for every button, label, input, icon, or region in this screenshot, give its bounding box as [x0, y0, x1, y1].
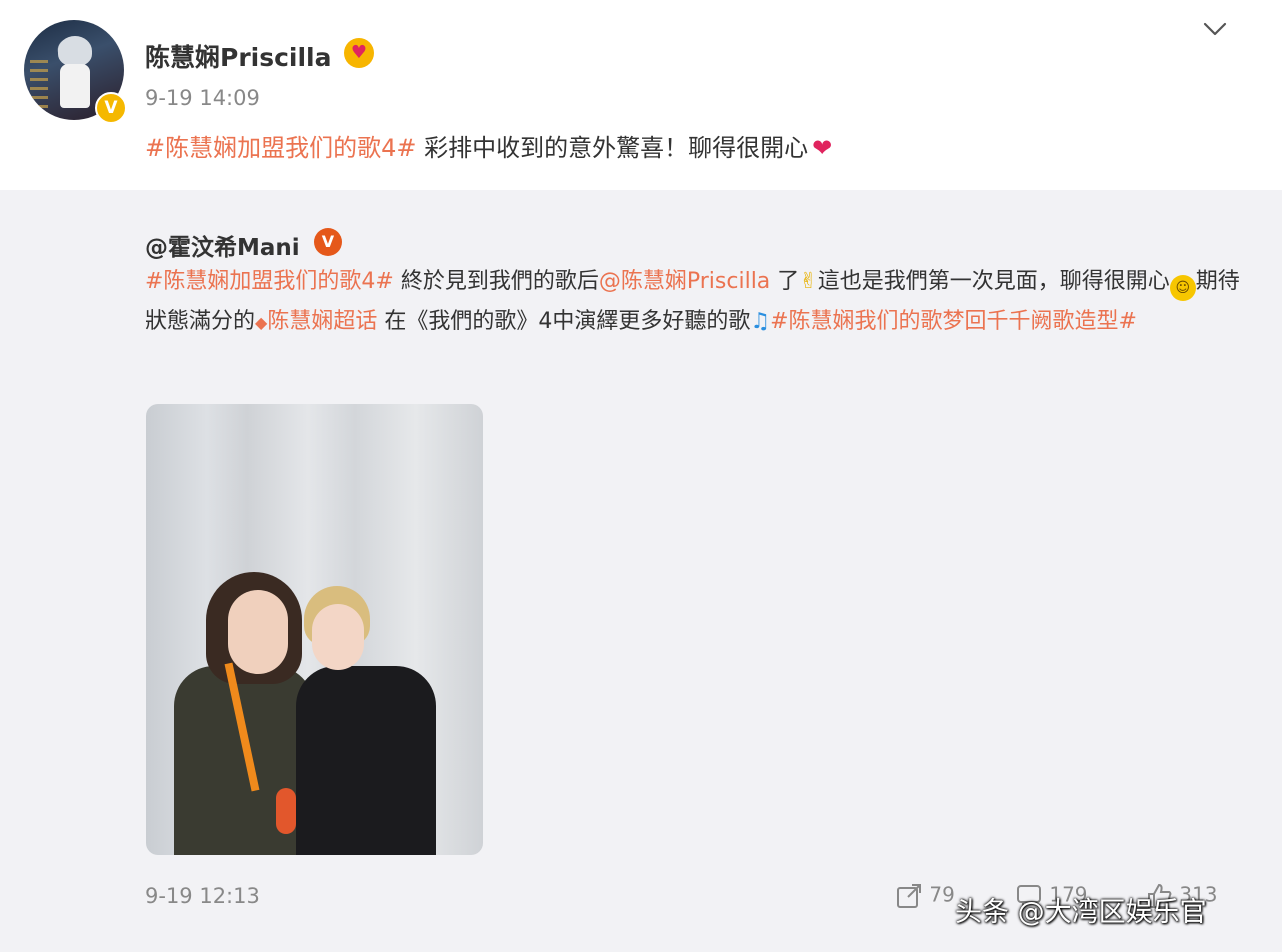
verified-badge-icon: V — [314, 228, 342, 256]
repost-text-segment: 了 — [770, 269, 800, 294]
topic-link[interactable]: #陈慧娴加盟我们的歌4# — [145, 134, 417, 162]
face-emoji-icon: ☺ — [1169, 275, 1196, 301]
avatar-figure-hair — [58, 36, 92, 66]
share-icon — [895, 882, 923, 910]
repost-timestamp[interactable]: 9-19 12:13 — [145, 884, 260, 908]
repost-username[interactable]: @霍汶希Mani — [145, 228, 300, 262]
super-topic-icon: ◆ — [255, 313, 268, 332]
post-text: #陈慧娴加盟我们的歌4# 彩排中收到的意外驚喜！聊得很開心 ❤ — [145, 128, 832, 163]
repost-text-segment: 在《我們的歌》4中演繹更多好聽的歌 — [377, 309, 751, 334]
share-count: 79 — [929, 882, 955, 907]
avatar-figure-body — [60, 64, 90, 108]
original-post: V 陈慧娴Priscilla ♥ 9-19 14:09 #陈慧娴加盟我们的歌4#… — [0, 0, 1282, 190]
photo-person-left-face — [228, 590, 288, 674]
red-heart-emoji-icon: ❤ — [812, 134, 833, 162]
post-timestamp[interactable]: 9-19 14:09 — [145, 86, 260, 110]
victory-hand-emoji-icon: ✌ — [799, 269, 818, 294]
super-topic-link[interactable]: 陈慧娴超话 — [267, 309, 377, 334]
photo-badge-tag — [276, 788, 296, 834]
repost-text-segment: 終於見到我們的歌后 — [393, 269, 599, 294]
post-photo[interactable] — [146, 404, 483, 855]
share-button[interactable]: 79 — [895, 882, 955, 910]
topic-link[interactable]: #陈慧娴加盟我们的歌4# — [145, 269, 394, 294]
mention-link[interactable]: @陈慧娴Priscilla — [599, 269, 770, 294]
chevron-down-icon[interactable] — [1200, 14, 1230, 44]
heart-eyes-emoji-icon: ♥ — [344, 38, 374, 68]
repost-text-segment: 這也是我們第一次見面，聊得很開心 — [817, 269, 1170, 294]
topic-link[interactable]: #陈慧娴我们的歌梦回千千阙歌造型# — [770, 309, 1137, 334]
music-note-emoji-icon: ♫ — [750, 309, 771, 334]
photo-person-right-face — [312, 604, 364, 670]
photo-person-right-body — [296, 666, 436, 855]
repost-text: #陈慧娴加盟我们的歌4# 終於見到我們的歌后@陈慧娴Priscilla 了✌這也… — [145, 262, 1245, 343]
watermark-text: 头条 @大湾区娱乐官 — [955, 897, 1207, 928]
post-username[interactable]: 陈慧娴Priscilla — [145, 38, 332, 74]
avatar-background-lights — [30, 60, 48, 110]
post-body-text: 彩排中收到的意外驚喜！聊得很開心 — [416, 134, 809, 162]
verified-badge-icon: V — [95, 92, 127, 124]
